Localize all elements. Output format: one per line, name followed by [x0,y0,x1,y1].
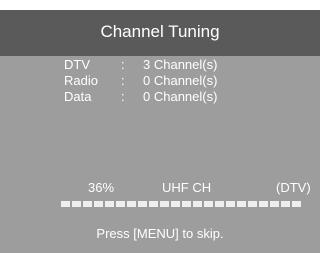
progress-segment [281,201,290,207]
dtv-separator: : [121,57,125,72]
progress-segment [149,201,158,207]
dtv-value: 3 Channel(s) [143,57,218,72]
scan-type: (DTV) [276,180,311,195]
dtv-label: DTV [64,57,90,72]
progress-segment [72,201,81,207]
progress-segment [127,201,136,207]
progress-segment [116,201,125,207]
progress-segment [226,201,235,207]
progress-segment [61,201,70,207]
progress-segment [215,201,224,207]
scan-percent: 36% [88,180,115,195]
progress-segment [248,201,257,207]
progress-segment [193,201,202,207]
radio-separator: : [121,73,125,88]
progress-segment [94,201,103,207]
scan-progress-bar [61,201,320,209]
progress-segment [83,201,92,207]
channel-tuning-dialog: Channel Tuning DTV : 3 Channel(s) Radio … [0,10,320,253]
radio-value: 0 Channel(s) [143,73,218,88]
progress-segment [204,201,213,207]
progress-segment [259,201,268,207]
progress-segment [105,201,114,207]
radio-label: Radio [64,73,98,88]
progress-segment [270,201,279,207]
data-value: 0 Channel(s) [143,89,218,104]
progress-segment [160,201,169,207]
progress-segment [182,201,191,207]
data-label: Data [64,89,92,104]
progress-segment [237,201,246,207]
dialog-title: Channel Tuning [100,22,220,41]
scan-band: UHF CH [162,180,212,195]
progress-segment [292,201,301,207]
data-separator: : [121,89,125,104]
progress-segment [138,201,147,207]
skip-hint: Press [MENU] to skip. [96,226,224,241]
progress-segment [171,201,180,207]
dialog-header: Channel Tuning [0,10,320,56]
